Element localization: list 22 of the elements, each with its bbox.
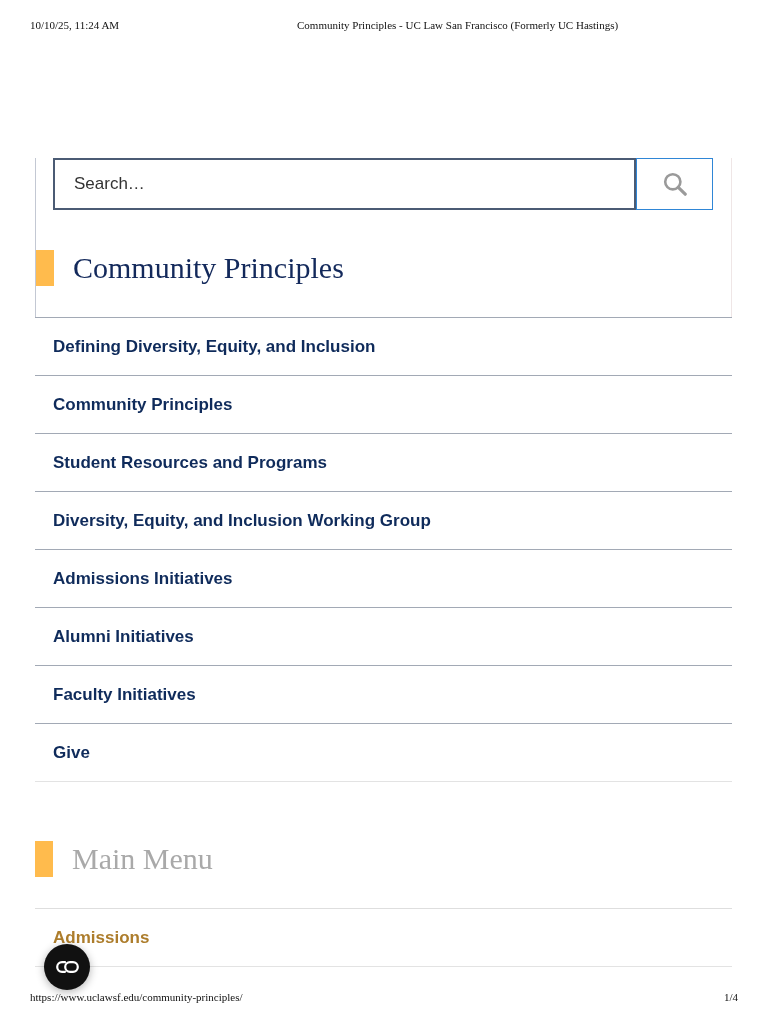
- nav-link[interactable]: Defining Diversity, Equity, and Inclusion: [53, 336, 376, 357]
- page-number: 1/4: [723, 991, 738, 1003]
- search-icon: [662, 172, 687, 196]
- nav-link[interactable]: Give: [53, 742, 90, 763]
- nav-link[interactable]: Admissions: [53, 927, 150, 948]
- search-button[interactable]: [636, 158, 713, 210]
- heading-accent-bar: [35, 841, 53, 877]
- floating-chat-button[interactable]: [44, 944, 90, 990]
- nav-link[interactable]: Student Resources and Programs: [53, 452, 327, 473]
- page-url: https://www.uclawsf.edu/community-principles/: [30, 991, 243, 1003]
- nav-link[interactable]: Diversity, Equity, and Inclusion Working Group: [53, 510, 431, 531]
- search-field[interactable]: Search…: [53, 158, 636, 210]
- nav-link[interactable]: Community Principles: [53, 394, 233, 415]
- heading-accent-bar: [36, 250, 54, 286]
- linked-loops-icon: [55, 961, 79, 973]
- print-title: Community Principles - UC Law San Francisco (Formerly UC Hastings): [297, 19, 620, 31]
- section-heading: Community Principles: [73, 250, 344, 286]
- nav-link[interactable]: Alumni Initiatives: [53, 626, 194, 647]
- section-heading: Main Menu: [72, 841, 213, 877]
- nav-link[interactable]: Faculty Initiatives: [53, 684, 196, 705]
- print-date: 10/10/25, 11:24 AM: [30, 19, 121, 31]
- nav-link[interactable]: Admissions Initiatives: [53, 568, 233, 589]
